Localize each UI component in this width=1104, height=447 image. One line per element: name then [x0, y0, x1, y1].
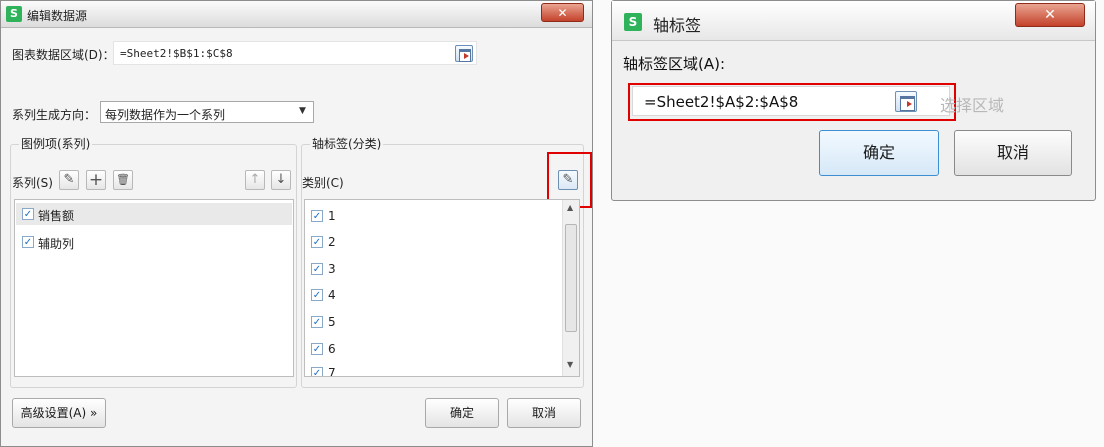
series-direction-label: 系列生成方向： — [12, 108, 97, 122]
list-scrollbar[interactable]: ▲ ▼ — [562, 200, 579, 376]
list-item[interactable]: ✓ 销售额 — [16, 203, 292, 225]
scroll-thumb[interactable] — [565, 224, 577, 332]
range-label: 轴标签区域(A): — [623, 55, 726, 73]
category-checkbox[interactable]: ✓ — [311, 236, 323, 248]
category-item-label: 7 — [328, 366, 336, 377]
edit-data-source-dialog: S 编辑数据源 ✕ 图表数据区域(D)： =Sheet2!$B$1:$C$8 系… — [0, 0, 593, 447]
series-checkbox[interactable]: ✓ — [22, 208, 34, 220]
ok-button[interactable]: 确定 — [819, 130, 939, 176]
series-checkbox[interactable]: ✓ — [22, 236, 34, 248]
list-item[interactable]: ✓ 6 — [306, 338, 556, 360]
app-icon: S — [6, 6, 22, 22]
axis-labels-dialog: S 轴标签 ✕ 轴标签区域(A): =Sheet2!$A$2:$A$8 选择区域… — [611, 0, 1096, 201]
series-label: 系列(S) — [12, 176, 53, 190]
cancel-button[interactable]: 取消 — [954, 130, 1072, 176]
close-button[interactable]: ✕ — [1015, 3, 1085, 27]
category-item-label: 6 — [328, 342, 336, 356]
title-bar: S 编辑数据源 ✕ — [1, 1, 592, 28]
delete-series-button[interactable]: 🗑 — [113, 170, 133, 190]
trash-icon: 🗑 — [116, 173, 130, 186]
dialog-title: 轴标签 — [653, 16, 702, 35]
category-checkbox[interactable]: ✓ — [311, 289, 323, 301]
list-item[interactable]: ✓ 4 — [306, 284, 556, 306]
highlight-box — [628, 83, 956, 121]
series-direction-select[interactable]: 每列数据作为一个系列 ▼ — [100, 101, 314, 123]
edit-icon: ✎ — [63, 172, 75, 187]
ok-button[interactable]: 确定 — [425, 398, 499, 428]
list-item[interactable]: ✓ 3 — [306, 258, 556, 280]
cancel-button[interactable]: 取消 — [507, 398, 581, 428]
close-button[interactable]: ✕ — [541, 3, 584, 22]
title-bar: S 轴标签 ✕ — [612, 1, 1095, 41]
category-checkbox[interactable]: ✓ — [311, 263, 323, 275]
series-direction-value: 每列数据作为一个系列 — [105, 108, 226, 122]
add-series-button[interactable]: + — [86, 170, 106, 190]
arrow-down-icon: ↓ — [275, 172, 287, 187]
list-item[interactable]: ✓ 2 — [306, 231, 556, 253]
category-checkbox[interactable]: ✓ — [311, 210, 323, 222]
category-list: ▲ ▼ ✓ 1 ✓ 2 ✓ 3 ✓ 4 ✓ 5 ✓ 6 ✓ 7 — [304, 199, 580, 377]
move-down-button[interactable]: ↓ — [271, 170, 291, 190]
select-range-text: 选择区域 — [940, 96, 1005, 115]
edit-series-button[interactable]: ✎ — [59, 170, 79, 190]
series-list: ✓ 销售额 ✓ 辅助列 — [14, 199, 294, 377]
scroll-up-icon[interactable]: ▲ — [567, 203, 573, 212]
list-item[interactable]: ✓ 7 — [306, 362, 556, 377]
advanced-settings-button[interactable]: 高级设置(A) » — [12, 398, 106, 428]
data-range-value: =Sheet2!$B$1:$C$8 — [120, 47, 233, 60]
range-picker-button[interactable] — [455, 45, 473, 62]
series-item-label: 辅助列 — [38, 237, 75, 251]
category-checkbox[interactable]: ✓ — [311, 316, 323, 328]
legend-group-title: 图例项(系列) — [19, 135, 93, 152]
category-item-label: 1 — [328, 209, 336, 223]
data-range-label: 图表数据区域(D)： — [12, 48, 115, 62]
scroll-down-icon[interactable]: ▼ — [567, 360, 573, 369]
category-item-label: 4 — [328, 288, 336, 302]
category-item-label: 2 — [328, 235, 336, 249]
list-item[interactable]: ✓ 辅助列 — [16, 231, 292, 253]
chevron-down-icon: ▼ — [299, 106, 306, 116]
arrow-up-icon: ↑ — [249, 172, 261, 187]
category-item-label: 5 — [328, 315, 336, 329]
data-range-field[interactable]: =Sheet2!$B$1:$C$8 — [113, 41, 477, 65]
app-icon: S — [624, 13, 642, 31]
axis-group-title: 轴标签(分类) — [310, 135, 384, 152]
category-checkbox[interactable]: ✓ — [311, 343, 323, 355]
list-item[interactable]: ✓ 1 — [306, 205, 556, 227]
category-checkbox[interactable]: ✓ — [311, 367, 323, 376]
category-label: 类别(C) — [302, 176, 344, 190]
plus-icon: + — [88, 170, 104, 190]
dialog-title: 编辑数据源 — [27, 9, 88, 23]
series-item-label: 销售额 — [38, 209, 75, 223]
move-up-button[interactable]: ↑ — [245, 170, 265, 190]
category-item-label: 3 — [328, 262, 336, 276]
list-item[interactable]: ✓ 5 — [306, 311, 556, 333]
